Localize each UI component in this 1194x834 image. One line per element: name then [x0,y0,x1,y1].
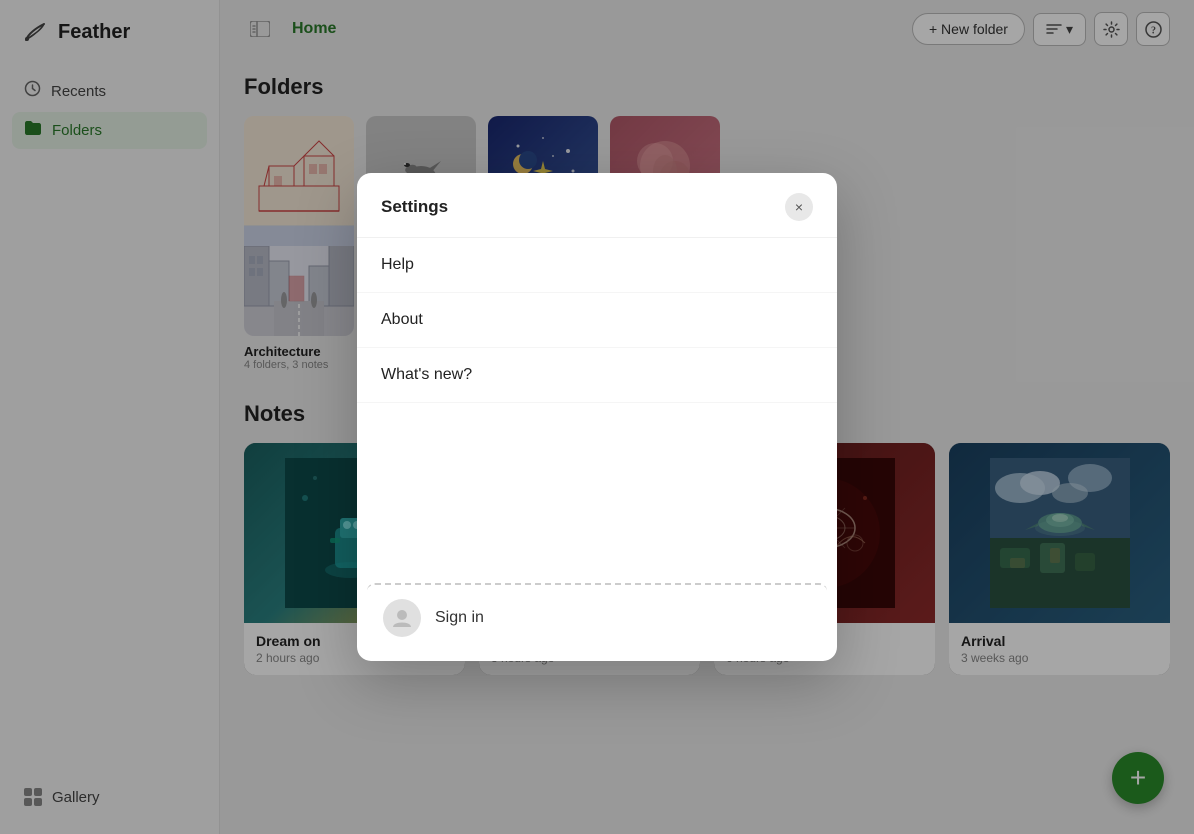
modal-overlay[interactable]: Settings × Help About What's new? [0,0,1194,834]
modal-spacer [357,403,837,583]
close-icon: × [795,199,803,215]
help-menu-label: Help [381,256,414,274]
modal-item-about[interactable]: About [357,293,837,348]
modal-item-help[interactable]: Help [357,238,837,293]
sign-in-avatar [383,599,421,637]
modal-header: Settings × [357,173,837,238]
user-icon [391,607,413,629]
whats-new-menu-label: What's new? [381,366,472,384]
sign-in-section[interactable]: Sign in [367,583,827,651]
modal-body: Help About What's new? Sign in [357,238,837,651]
modal-title: Settings [381,197,448,217]
modal-close-button[interactable]: × [785,193,813,221]
about-menu-label: About [381,311,423,329]
sign-in-label: Sign in [435,609,484,627]
settings-modal: Settings × Help About What's new? [357,173,837,661]
modal-item-whats-new[interactable]: What's new? [357,348,837,403]
